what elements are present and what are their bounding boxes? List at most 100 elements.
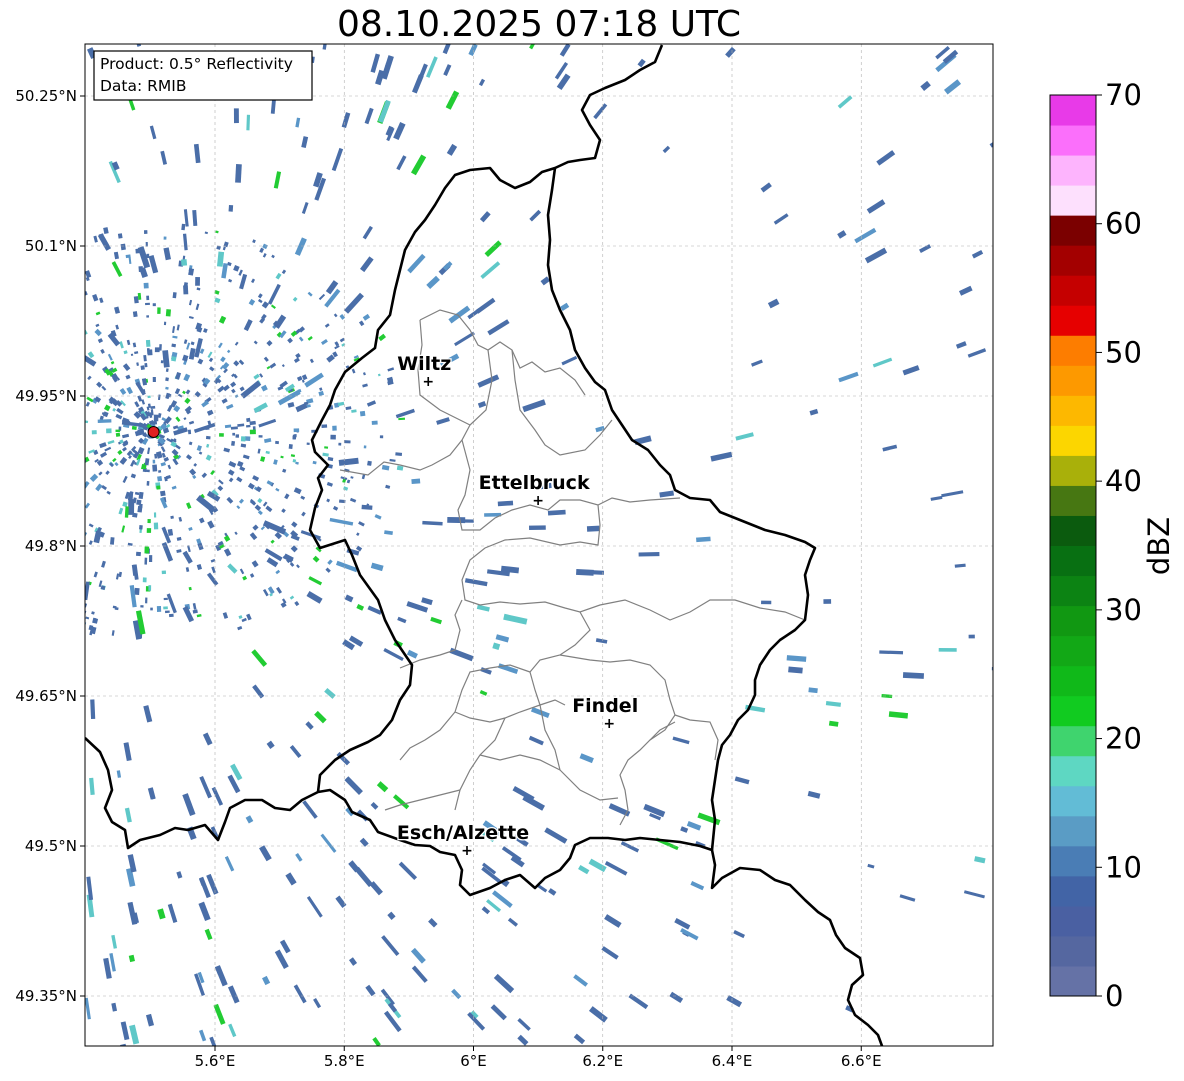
radar-site-marker[interactable] <box>147 426 160 438</box>
echo-cell <box>160 360 164 364</box>
echo-cell <box>138 491 144 500</box>
lon-tick-label: 6.6°E <box>841 1052 882 1070</box>
echo-cell <box>91 430 97 435</box>
echo-cell <box>288 444 293 450</box>
echo-cell <box>249 429 256 435</box>
lat-tick-label: 49.5°N <box>25 837 77 855</box>
echo-cell <box>330 434 336 440</box>
echo-cell <box>132 311 138 318</box>
echo-cell <box>293 428 300 433</box>
colorbar-swatch <box>1050 425 1096 456</box>
echo-streak <box>808 687 818 694</box>
lon-tick-label: 6.4°E <box>712 1052 753 1070</box>
echo-cell <box>140 605 144 608</box>
echo-cell <box>143 230 148 234</box>
colorbar-swatch <box>1050 665 1096 697</box>
echo-cell <box>164 610 170 614</box>
echo-cell <box>154 347 160 353</box>
colorbar-swatch <box>1050 245 1096 276</box>
colorbar-swatch <box>1050 185 1096 216</box>
latitude-axis: 50.25°N 50.1°N 49.95°N 49.8°N 49.65°N 49.5°N 4… <box>15 87 85 1005</box>
place-label: Esch/Alzette <box>397 822 529 844</box>
colorbar-tick-label: 50 <box>1105 335 1142 369</box>
echo-streak <box>902 672 924 679</box>
lon-tick-label: 6°E <box>460 1052 487 1070</box>
echo-cell <box>152 420 158 425</box>
echo-cell <box>158 470 162 473</box>
echo-cell <box>152 377 156 382</box>
echo-cell <box>168 613 174 618</box>
echo-cell <box>148 585 152 591</box>
echo-cell <box>258 435 263 438</box>
echo-streak <box>638 552 660 557</box>
colorbar-swatch <box>1050 395 1096 426</box>
colorbar-swatch <box>1050 965 1096 997</box>
colorbar-tick-label: 70 <box>1105 78 1142 112</box>
echo-cell <box>146 295 150 301</box>
info-product: Product: 0.5° Reflectivity <box>100 55 293 73</box>
echo-cell <box>144 546 150 554</box>
colorbar-swatch <box>1050 275 1096 306</box>
colorbar-tick-label: 20 <box>1105 722 1142 756</box>
lat-tick-label: 50.25°N <box>15 87 77 105</box>
echo-cell <box>230 426 238 430</box>
echo-streak <box>461 519 474 523</box>
echo-cell <box>368 462 372 465</box>
echo-cell <box>136 499 142 506</box>
echo-streak <box>110 537 115 545</box>
radar-figure: +Wiltz+Ettelbruck+Findel+Esch/Alzette Pr… <box>15 27 1176 1070</box>
place-label: Ettelbruck <box>479 472 590 494</box>
echo-streak <box>180 259 188 266</box>
echo-streak <box>124 506 129 518</box>
colorbar-tick-label: 0 <box>1105 979 1123 1013</box>
echo-streak <box>938 648 957 652</box>
echo-cell <box>161 570 167 575</box>
colorbar-swatch <box>1050 305 1096 336</box>
place-marker: + <box>532 493 544 509</box>
echo-cell <box>146 481 150 486</box>
colorbar-label: dBZ <box>1142 517 1176 575</box>
lat-tick-label: 49.35°N <box>15 987 77 1005</box>
echo-cell <box>395 452 403 456</box>
colorbar-swatch <box>1050 365 1096 396</box>
map-panel[interactable]: +Wiltz+Ettelbruck+Findel+Esch/Alzette Pr… <box>80 27 1008 1060</box>
echo-cell <box>292 435 296 440</box>
colorbar-swatch <box>1050 845 1096 877</box>
colorbar-swatch <box>1050 125 1096 156</box>
echo-cell <box>324 446 329 449</box>
echo-cell <box>344 440 351 444</box>
echo-cell <box>232 432 236 436</box>
echo-streak <box>411 478 421 485</box>
echo-streak <box>97 419 112 423</box>
echo-cell <box>205 435 211 440</box>
lon-tick-label: 6.2°E <box>582 1052 623 1070</box>
echo-cell <box>146 315 150 318</box>
echo-streak <box>586 525 600 532</box>
echo-cell <box>134 587 140 596</box>
lon-tick-label: 5.8°E <box>324 1052 365 1070</box>
echo-streak <box>991 666 993 671</box>
echo-cell <box>106 428 112 434</box>
echo-cell <box>163 321 167 326</box>
echo-cell <box>306 442 310 445</box>
lon-tick-label: 5.6°E <box>195 1052 236 1070</box>
echo-streak <box>968 634 975 639</box>
echo-streak <box>823 599 832 604</box>
colorbar-tick-label: 40 <box>1105 464 1142 498</box>
echo-cell <box>363 445 367 449</box>
echo-cell <box>157 476 163 482</box>
colorbar-swatch <box>1050 785 1096 817</box>
echo-cell <box>165 309 172 317</box>
echo-cell <box>140 365 145 370</box>
place-marker: + <box>603 716 615 732</box>
colorbar-tick-label: 60 <box>1105 207 1142 241</box>
colorbar-swatch <box>1050 545 1096 577</box>
place-label: Wiltz <box>397 353 451 375</box>
echo-cell <box>147 349 153 356</box>
echo-cell <box>145 469 150 473</box>
echo-cell <box>246 424 251 428</box>
place-marker: + <box>461 843 473 859</box>
echo-cell <box>150 405 156 409</box>
echo-cell <box>156 605 162 612</box>
echo-cell <box>133 296 139 304</box>
